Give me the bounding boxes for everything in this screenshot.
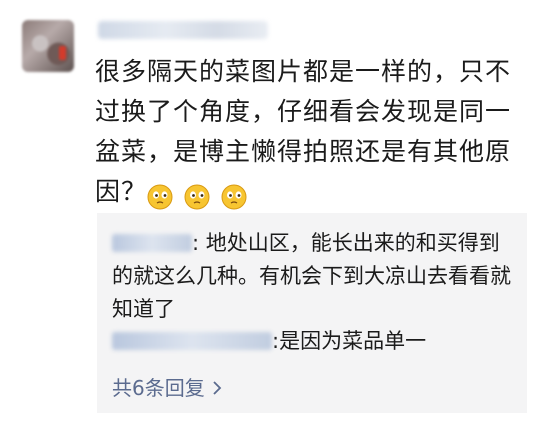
confused-face-icon bbox=[184, 184, 210, 210]
username-blurred[interactable] bbox=[98, 21, 268, 39]
reply-author-blurred[interactable] bbox=[112, 332, 272, 350]
reply-item[interactable]: : 地处山区，能长出来的和买得到的就这么几种。有机会下到大凉山去看看就知道了 bbox=[112, 227, 517, 326]
reply-item[interactable]: :是因为菜品单一 bbox=[112, 325, 517, 358]
comment-text: 很多隔天的菜图片都是一样的，只不过换了个角度，仔细看会发现是同一盆菜，是博主懒得… bbox=[95, 52, 527, 216]
view-all-replies-link[interactable]: 共6条回复 bbox=[112, 375, 223, 401]
reply-separator: : bbox=[192, 231, 200, 255]
reply-author-blurred[interactable] bbox=[112, 234, 192, 252]
confused-face-icon bbox=[147, 184, 173, 210]
confused-face-icon bbox=[221, 184, 247, 210]
more-replies-label: 共6条回复 bbox=[112, 376, 205, 400]
chevron-right-icon bbox=[213, 381, 222, 395]
avatar-badge bbox=[59, 46, 66, 60]
replies-panel: : 地处山区，能长出来的和买得到的就这么几种。有机会下到大凉山去看看就知道了 :… bbox=[97, 213, 527, 413]
reply-text: 是因为菜品单一 bbox=[279, 329, 427, 353]
avatar[interactable] bbox=[22, 20, 74, 72]
emoji-row bbox=[147, 176, 249, 216]
